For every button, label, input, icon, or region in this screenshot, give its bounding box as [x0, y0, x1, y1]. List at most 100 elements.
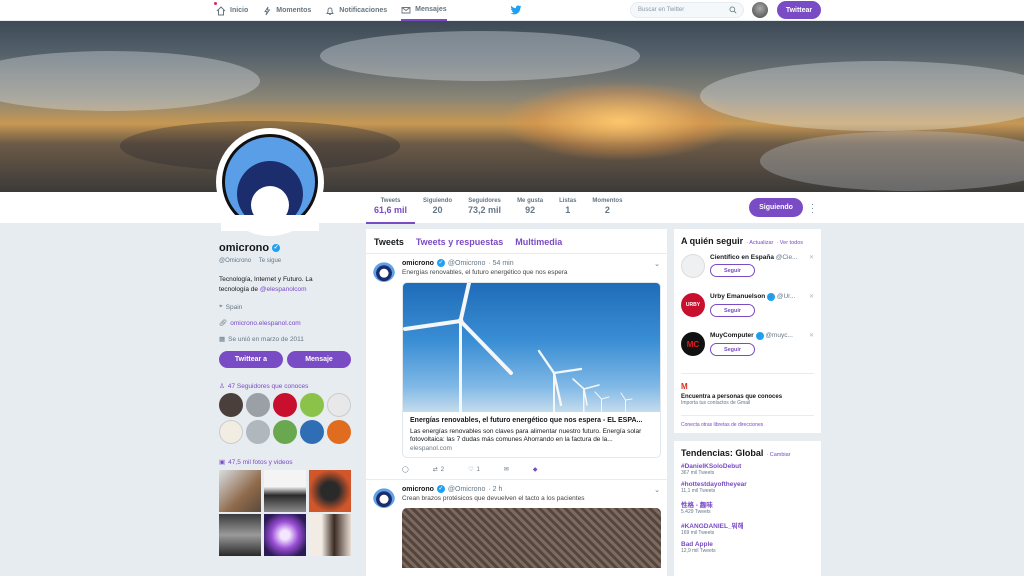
stat-lists[interactable]: Listas 1	[551, 192, 584, 224]
follower-avatar[interactable]	[246, 420, 270, 444]
follower-avatar[interactable]	[300, 393, 324, 417]
reply-icon[interactable]: ◯	[402, 466, 409, 473]
dismiss-icon[interactable]: ✕	[809, 254, 814, 261]
stat-label: Tweets	[380, 198, 401, 204]
follower-avatar[interactable]	[246, 393, 270, 417]
tweet[interactable]: ⌄ omicrono ✓ @Omicrono · 54 min Energías…	[366, 254, 667, 480]
tweet-avatar[interactable]	[373, 486, 395, 508]
stat-moments[interactable]: Momentos 2	[584, 192, 630, 224]
photos-videos[interactable]: ▣ 47,5 mil fotos y videos	[219, 458, 359, 467]
trend-count: 169 mil Tweets	[681, 530, 715, 536]
follower-avatar[interactable]	[300, 420, 324, 444]
like-count: 1	[476, 466, 480, 473]
trend-item[interactable]: #KANGDANIEL_뭐해 169 mil Tweets	[681, 520, 814, 536]
change-trends-link[interactable]: · Cambiar	[766, 452, 790, 458]
stat-likes[interactable]: Me gusta 92	[509, 192, 551, 224]
media-thumbnail[interactable]	[264, 514, 306, 556]
message-icon[interactable]: ✉	[504, 466, 509, 473]
suggested-user-handle: @muyc...	[765, 332, 793, 339]
nav-messages[interactable]: Mensajes	[401, 0, 447, 21]
bio-link[interactable]: @elespanolcom	[260, 286, 307, 293]
tweet-photo[interactable]	[402, 508, 661, 568]
tweet-button[interactable]: Twittear	[777, 1, 821, 19]
suggested-user-avatar[interactable]: MC	[681, 332, 705, 356]
nav-home[interactable]: Inicio	[216, 0, 248, 21]
chevron-down-icon[interactable]: ⌄	[654, 486, 660, 494]
follow-button[interactable]: Seguir	[710, 343, 755, 356]
more-options-icon[interactable]: · · ·	[811, 200, 814, 217]
stat-tweets[interactable]: Tweets 61,6 mil	[366, 192, 416, 224]
tweet-handle[interactable]: @Omicrono	[448, 486, 485, 493]
stat-label: Seguidores	[468, 198, 501, 204]
tweet-author-name[interactable]: omicrono	[402, 260, 434, 267]
omicrono-logo-icon	[221, 134, 319, 231]
media-thumbnail[interactable]	[219, 514, 261, 556]
media-thumbnail[interactable]	[264, 470, 306, 512]
like-action[interactable]: ♡ 1	[468, 466, 480, 474]
tweet-time[interactable]: · 2 h	[488, 486, 502, 493]
gmail-icon: M	[681, 382, 688, 391]
suggested-user-avatar[interactable]: URBY	[681, 293, 705, 317]
follower-avatar[interactable]	[327, 420, 351, 444]
trend-item[interactable]: #DanielKSoloDebut 367 mil Tweets	[681, 463, 814, 476]
link-card[interactable]: Energías renovables, el futuro energétic…	[402, 282, 661, 458]
profile-avatar[interactable]	[216, 128, 324, 236]
message-button[interactable]: Mensaje	[287, 351, 351, 368]
follow-button[interactable]: Seguir	[710, 304, 755, 317]
follower-avatar[interactable]	[273, 420, 297, 444]
tweet[interactable]: ⌄ omicrono ✓ @Omicrono · 2 h Crean brazo…	[366, 480, 667, 568]
tab-media[interactable]: Multimedia	[515, 237, 562, 253]
followers-you-know[interactable]: ♙ 47 Seguidores que conoces	[219, 382, 359, 391]
website-link[interactable]: omicrono.elespanol.com	[230, 320, 300, 327]
analytics-icon[interactable]: ◆	[533, 466, 538, 473]
suggested-user-name-row[interactable]: Urby Emanuelson ✓ @Ur...	[710, 293, 802, 301]
chevron-down-icon[interactable]: ⌄	[654, 260, 660, 268]
user-avatar[interactable]	[752, 2, 768, 18]
retweet-action[interactable]: ⇄ 2	[432, 466, 444, 474]
suggested-user-name-row[interactable]: Científico en España @Cie...	[710, 254, 802, 261]
trend-item[interactable]: Bad Apple 12,9 mil Tweets	[681, 541, 814, 554]
refresh-link[interactable]: · Actualizar	[746, 240, 773, 246]
nav-moments[interactable]: Momentos	[262, 0, 311, 21]
stat-value: 1	[565, 205, 571, 215]
tweet-avatar[interactable]	[373, 260, 395, 282]
find-people[interactable]: M Encuentra a personas que conoces Impor…	[681, 373, 814, 406]
connect-address-books-link[interactable]: Conecta otras libretas de direcciones	[681, 415, 814, 428]
card-description: Las energías renovables son claves para …	[410, 428, 642, 443]
media-thumbnail[interactable]	[309, 514, 351, 556]
dismiss-icon[interactable]: ✕	[809, 332, 814, 339]
trend-count: 11,1 mil Tweets	[681, 488, 716, 494]
trend-item[interactable]: #hottestdayoftheyear 11,1 mil Tweets	[681, 481, 814, 494]
dismiss-icon[interactable]: ✕	[809, 293, 814, 300]
profile-handle[interactable]: @Omicrono	[219, 258, 251, 264]
search-input[interactable]: Buscar en Twitter	[630, 2, 744, 18]
media-thumbnail[interactable]	[309, 470, 351, 512]
following-button[interactable]: Siguiendo	[749, 198, 803, 217]
tweet-time[interactable]: · 54 min	[488, 260, 513, 267]
tweet-author-name[interactable]: omicrono	[402, 486, 434, 493]
follower-avatar[interactable]	[219, 420, 243, 444]
trend-item[interactable]: 性格 - 趣味 5.429 Tweets	[681, 499, 814, 515]
tab-tweets[interactable]: Tweets	[374, 237, 404, 253]
suggested-user-avatar[interactable]	[681, 254, 705, 278]
tweet-to-button[interactable]: Twittear a	[219, 351, 283, 368]
follower-avatar[interactable]	[273, 393, 297, 417]
stat-value: 20	[432, 205, 443, 215]
tab-tweets-replies[interactable]: Tweets y respuestas	[416, 237, 503, 253]
profile-name[interactable]: omicrono	[219, 242, 269, 254]
trend-name: #DanielKSoloDebut	[681, 463, 742, 470]
media-thumbnail[interactable]	[219, 470, 261, 512]
follower-avatar[interactable]	[219, 393, 243, 417]
trends-panel: Tendencias: Global · Cambiar #DanielKSol…	[674, 441, 821, 576]
suggested-user-name-row[interactable]: MuyComputer ✓ @muyc...	[710, 332, 802, 340]
nav-notifications[interactable]: Notificaciones	[325, 0, 387, 21]
follower-avatar[interactable]	[327, 393, 351, 417]
stat-followers[interactable]: Seguidores 73,2 mil	[460, 192, 509, 224]
view-all-link[interactable]: · Ver todos	[776, 240, 803, 246]
tweet-handle[interactable]: @Omicrono	[448, 260, 485, 267]
stat-following[interactable]: Siguiendo 20	[415, 192, 460, 224]
retweet-icon: ⇄	[432, 467, 438, 473]
photos-videos-label: 47,5 mil fotos y videos	[228, 458, 293, 466]
follow-button[interactable]: Seguir	[710, 264, 755, 277]
twitter-bird-icon[interactable]	[510, 4, 522, 16]
